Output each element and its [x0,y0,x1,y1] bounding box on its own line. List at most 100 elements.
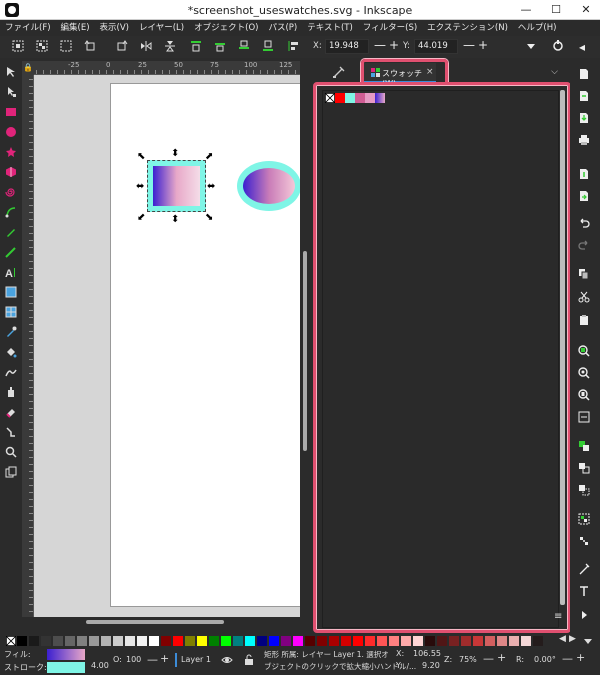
dropper-tool-icon[interactable] [5,326,17,338]
bezier-tool-icon[interactable] [5,206,17,218]
palette-swatch[interactable] [161,636,171,646]
import-icon[interactable] [578,168,590,180]
lower-to-bottom-icon[interactable] [262,40,274,52]
close-window-button[interactable]: ✕ [572,0,600,20]
calligraphy-tool-icon[interactable] [5,246,17,258]
scale-handle-w[interactable]: ⬌ [136,182,144,192]
zoom-decrement[interactable]: — [483,652,494,665]
selected-rectangle[interactable] [147,160,206,212]
align-icon[interactable] [288,40,300,52]
menu-filters[interactable]: フィルター(S) [358,20,422,36]
palette-swatch[interactable] [281,636,291,646]
zoom-field[interactable]: 75% [459,655,477,664]
ellipse-tool-icon[interactable] [5,126,17,138]
collapse-panel-icon[interactable]: ◂ [579,40,585,54]
palette-swatch[interactable] [473,636,483,646]
fill-stroke-icon[interactable] [578,563,590,575]
spiral-tool-icon[interactable] [5,186,17,198]
zoom-page-width-icon[interactable] [578,411,590,423]
scale-handle-se[interactable]: ⬊ [205,213,213,223]
palette-swatch[interactable] [29,636,39,646]
swatch-none[interactable] [325,93,335,103]
tab-menu-dropdown[interactable]: ⌵ [551,67,558,77]
open-document-icon[interactable] [578,90,590,102]
3d-box-tool-icon[interactable] [5,166,17,178]
connector-tool-icon[interactable] [5,426,17,438]
rectangle-tool-icon[interactable] [5,106,17,118]
current-layer[interactable]: Layer 1 [181,655,211,664]
layer-visibility-icon[interactable] [221,654,233,666]
lower-icon[interactable] [238,40,250,52]
snap-toggle-icon[interactable] [552,40,564,52]
duplicate-icon[interactable] [578,440,590,452]
scale-handle-sw[interactable]: ⬋ [137,213,145,223]
gradient-tool-icon[interactable] [5,286,17,298]
palette-swatch[interactable] [389,636,399,646]
palette-swatch[interactable] [185,636,195,646]
deselect-icon[interactable] [60,40,72,52]
menu-view[interactable]: 表示(V) [95,20,134,36]
unlink-clone-icon[interactable] [578,484,590,496]
palette-swatch[interactable] [329,636,339,646]
palette-swatch[interactable] [533,636,543,646]
palette-swatch[interactable] [365,636,375,646]
palette-swatch[interactable] [413,636,423,646]
eraser-tool-icon[interactable] [5,406,17,418]
palette-swatch[interactable] [173,636,183,646]
palette-swatch[interactable] [425,636,435,646]
palette-swatch[interactable] [269,636,279,646]
opacity-field[interactable]: 100 [126,655,141,664]
menu-file[interactable]: ファイル(F) [0,20,56,36]
scale-handle-e[interactable]: ⬌ [207,182,215,192]
palette-swatch[interactable] [485,636,495,646]
palette-swatch[interactable] [497,636,507,646]
zoom-tool-icon[interactable] [5,446,17,458]
swatch-pink[interactable] [365,93,375,103]
layer-lock-icon[interactable] [243,654,255,666]
menu-object[interactable]: オブジェクト(O) [189,20,263,36]
more-options-icon[interactable] [525,40,537,52]
palette-swatch[interactable] [149,636,159,646]
palette-swatch[interactable] [221,636,231,646]
fill-indicator[interactable] [47,649,85,660]
copy-icon[interactable] [578,268,590,280]
text-tool-icon[interactable]: A [5,266,17,278]
menu-edit[interactable]: 編集(E) [56,20,95,36]
scrollbar-thumb[interactable] [303,251,307,451]
panel-menu-icon[interactable]: ≡ [554,611,562,622]
palette-swatch[interactable] [293,636,303,646]
menu-path[interactable]: パス(P) [263,20,302,36]
palette-scroll-left[interactable]: ◀ [559,634,566,644]
palette-swatch[interactable] [437,636,447,646]
palette-none-swatch[interactable] [6,636,16,646]
stroke-width[interactable]: 4.00 [91,661,109,670]
flip-vertical-icon[interactable] [164,40,176,52]
maximize-button[interactable]: ☐ [542,0,570,20]
y-field[interactable]: 44.019 [414,39,458,54]
mesh-tool-icon[interactable] [5,306,17,318]
palette-swatch[interactable] [89,636,99,646]
rotate-ccw-icon[interactable] [84,40,96,52]
y-increment-button[interactable]: + [478,38,488,52]
flip-horizontal-icon[interactable] [140,40,152,52]
ellipse-object[interactable] [237,161,300,211]
zoom-increment[interactable]: + [497,651,506,664]
pencil-tool-icon[interactable] [5,226,17,238]
rotation-increment[interactable]: + [576,651,585,664]
scale-handle-s[interactable]: ⬍ [171,215,179,225]
zoom-page-icon[interactable] [578,389,590,401]
save-icon[interactable] [578,112,590,124]
text-font-icon[interactable] [578,585,590,597]
palette-swatch[interactable] [53,636,63,646]
cut-icon[interactable] [578,291,590,303]
palette-swatch[interactable] [401,636,411,646]
palette-swatch[interactable] [461,636,471,646]
x-field[interactable]: 19.948 [325,39,369,54]
export-icon[interactable] [578,190,590,202]
palette-swatch[interactable] [137,636,147,646]
zoom-selection-icon[interactable] [578,345,590,357]
more-commands-icon[interactable] [578,609,590,621]
palette-swatch[interactable] [521,636,531,646]
scrollbar-thumb[interactable] [86,620,224,624]
scale-handle-ne[interactable]: ⬈ [205,152,213,162]
